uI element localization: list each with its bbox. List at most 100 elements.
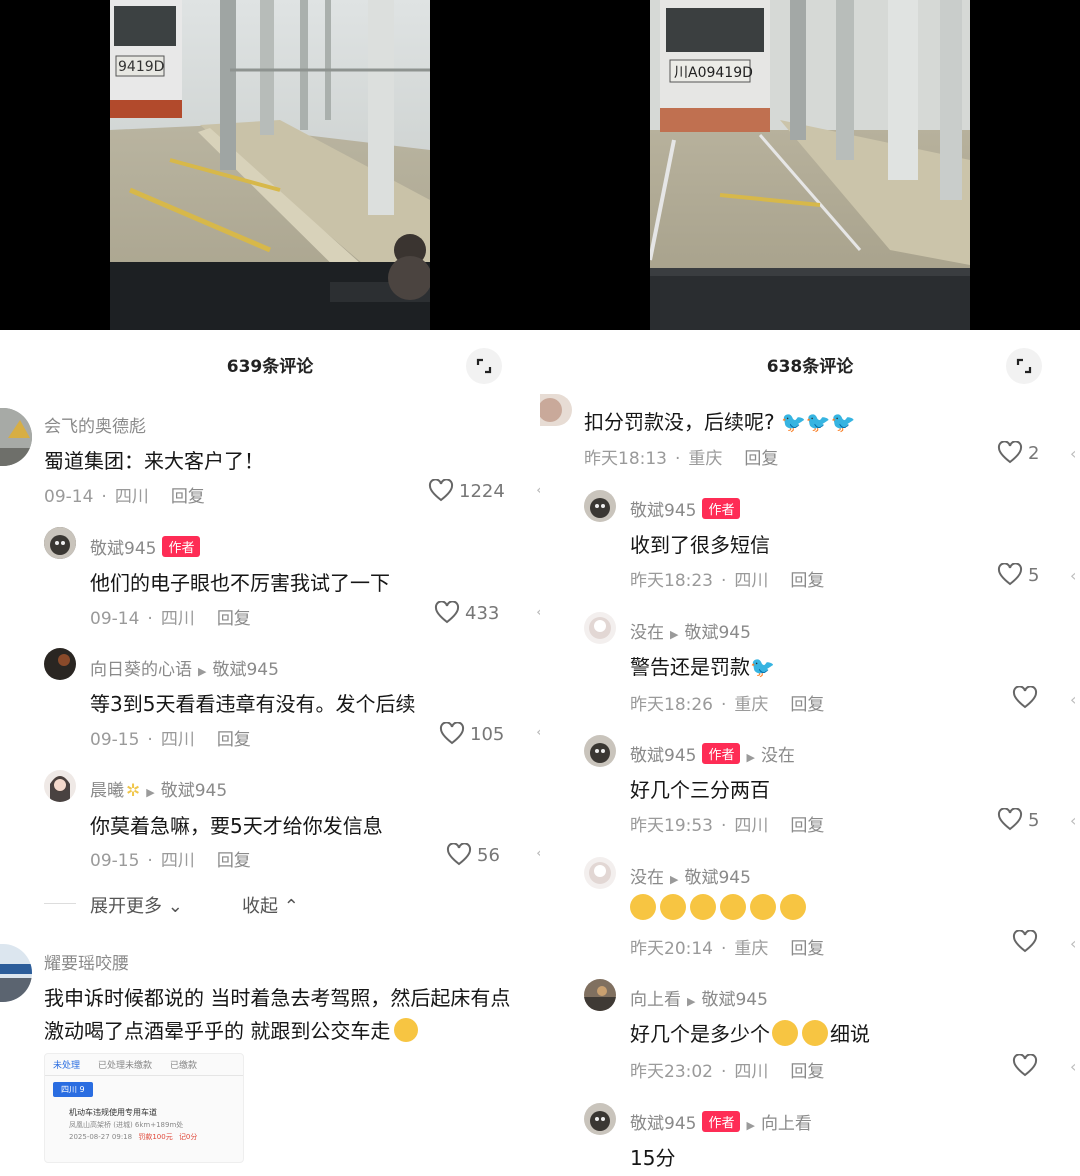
like-button[interactable]: 2 xyxy=(997,441,1039,465)
username-text[interactable]: 敬斌945 xyxy=(630,501,696,521)
like-count: 105 xyxy=(470,723,505,745)
expand-icon xyxy=(476,358,492,374)
heart-icon xyxy=(997,441,1023,464)
author-badge: 作者 xyxy=(702,498,741,519)
comment-date: 昨天18:26 xyxy=(630,695,713,715)
avatar[interactable] xyxy=(44,648,76,680)
comment-location: 重庆 xyxy=(734,695,769,715)
screenshot-item-fine: 罚款100元 xyxy=(138,1133,173,1141)
reply-arrow-icon: ▶ xyxy=(746,1119,755,1132)
kissing-emoji-icon xyxy=(772,1020,798,1046)
reply-to-user[interactable]: 没在 xyxy=(761,746,795,766)
avatar[interactable] xyxy=(44,770,76,802)
like-button[interactable] xyxy=(1012,1054,1043,1078)
username: 没在 ▶ 敬斌945 xyxy=(630,618,751,643)
username-text[interactable]: 向上看 xyxy=(630,990,681,1010)
expand-more-button[interactable]: 展开更多 ⌄ xyxy=(90,892,183,918)
comment-location: 四川 xyxy=(734,816,769,836)
reply-button[interactable]: 回复 xyxy=(790,1062,824,1082)
username: 晨曦 ✲ ▶ 敬斌945 xyxy=(90,776,227,801)
comment-text: 警告还是罚款🐦 xyxy=(630,651,775,680)
video-frame-left[interactable]: 9419D xyxy=(110,0,430,330)
avatar[interactable] xyxy=(44,527,76,559)
fullscreen-button[interactable] xyxy=(466,348,502,384)
comment-meta: 昨天18:26 · 重庆 回复 xyxy=(630,695,825,715)
avatar[interactable] xyxy=(584,490,616,522)
comment-text: 收到了很多短信 xyxy=(630,533,770,557)
comment-text: 等3到5天看看违章有没有。发个后续 xyxy=(90,692,416,716)
reply-button[interactable]: 回复 xyxy=(171,487,205,507)
video-strip: 9419D 川A09419D xyxy=(0,0,1080,330)
avatar[interactable] xyxy=(584,1103,616,1135)
heart-icon xyxy=(439,722,465,745)
like-button[interactable]: 433 xyxy=(434,601,499,625)
reply-arrow-icon: ▶ xyxy=(746,751,755,764)
comment-text-label: 警告还是罚款 xyxy=(630,655,750,679)
like-count: 5 xyxy=(1028,809,1040,831)
reply-to-user[interactable]: 敬斌945 xyxy=(684,868,750,888)
reply-button[interactable]: 回复 xyxy=(790,939,824,959)
reply-to-user[interactable]: 向上看 xyxy=(761,1114,812,1134)
reply-button[interactable]: 回复 xyxy=(217,851,251,871)
username-text[interactable]: 敬斌945 xyxy=(630,1114,696,1134)
heart-icon xyxy=(1012,1054,1038,1077)
reply-to-user[interactable]: 敬斌945 xyxy=(212,660,278,680)
comment-meta: 昨天20:14 · 重庆 回复 xyxy=(630,939,825,959)
username-text[interactable]: 没在 xyxy=(630,623,664,643)
comment-meta: 昨天18:23 · 四川 回复 xyxy=(630,571,825,591)
fullscreen-button[interactable] xyxy=(1006,348,1042,384)
chevron-up-icon: ⌃ xyxy=(283,896,299,917)
like-button[interactable] xyxy=(1012,930,1043,954)
username[interactable]: 耀要瑶咬腰 xyxy=(44,949,129,974)
avatar[interactable] xyxy=(584,735,616,767)
reply-button[interactable]: 回复 xyxy=(744,449,778,469)
collapse-button[interactable]: 收起 ⌃ xyxy=(242,892,299,918)
attached-screenshot[interactable]: 未处理 已处理未缴款 已缴款 四川 9 机动车违规使用专用车道 凤凰山高架桥 (… xyxy=(44,1053,244,1163)
like-button[interactable]: 56 xyxy=(446,843,500,867)
like-button[interactable] xyxy=(1012,686,1043,710)
reply-button[interactable]: 回复 xyxy=(790,571,824,591)
comment-meta: 09-14 · 四川 回复 xyxy=(44,487,205,507)
username[interactable]: 会飞的奥德彪 xyxy=(44,412,146,437)
reply-button[interactable]: 回复 xyxy=(790,695,824,715)
avatar[interactable] xyxy=(584,857,616,889)
screenshot-tab: 未处理 xyxy=(53,1061,81,1071)
like-button[interactable]: 5 xyxy=(997,563,1039,587)
reply-to-user[interactable]: 敬斌945 xyxy=(161,781,227,801)
reply-arrow-icon: ▶ xyxy=(670,873,679,886)
reply-arrow-icon: ▶ xyxy=(146,786,155,799)
bus-plate-left: 9419D xyxy=(118,59,164,75)
username-text[interactable]: 晨曦 xyxy=(90,781,124,801)
avatar[interactable] xyxy=(540,394,572,426)
crying-laughing-emoji-icon xyxy=(720,894,746,920)
like-button[interactable]: 1224 xyxy=(428,479,505,503)
avatar[interactable] xyxy=(584,979,616,1011)
divider xyxy=(44,903,76,904)
reply-button[interactable]: 回复 xyxy=(217,609,251,629)
comment-location: 四川 xyxy=(160,730,195,750)
username-text[interactable]: 没在 xyxy=(630,868,664,888)
comment-text: 蜀道集团：来大客户了！ xyxy=(44,449,264,473)
comment-date: 09-14 xyxy=(44,487,94,507)
reply-button[interactable]: 回复 xyxy=(790,816,824,836)
username-text[interactable]: 敬斌945 xyxy=(90,539,156,559)
comment-text-label: 扣分罚款没，后续呢? xyxy=(584,410,775,434)
like-button[interactable]: 105 xyxy=(439,722,504,746)
comment-count-title: 638条评论 xyxy=(766,357,854,377)
reply-button[interactable]: 回复 xyxy=(217,730,251,750)
avatar[interactable] xyxy=(584,612,616,644)
reply-to-user[interactable]: 敬斌945 xyxy=(701,990,767,1010)
comment-location: 四川 xyxy=(114,487,149,507)
like-button[interactable]: 5 xyxy=(997,808,1039,832)
username-text[interactable]: 向日葵的心语 xyxy=(90,660,192,680)
comment-location: 四川 xyxy=(160,609,195,629)
comment-text-line-2-label: 激动喝了点酒晕乎乎的 就跟到公交车走 xyxy=(44,1019,391,1043)
comment-meta: 昨天23:02 · 四川 回复 xyxy=(630,1062,825,1082)
screenshot-item-points: 记0分 xyxy=(178,1133,198,1141)
video-frame-right[interactable]: 川A09419D xyxy=(650,0,970,330)
heart-icon xyxy=(428,479,454,502)
username-text[interactable]: 敬斌945 xyxy=(630,746,696,766)
edge-fragment: ‹ xyxy=(1070,811,1077,830)
reply-to-user[interactable]: 敬斌945 xyxy=(684,623,750,643)
chevron-down-icon: ⌄ xyxy=(167,896,183,917)
